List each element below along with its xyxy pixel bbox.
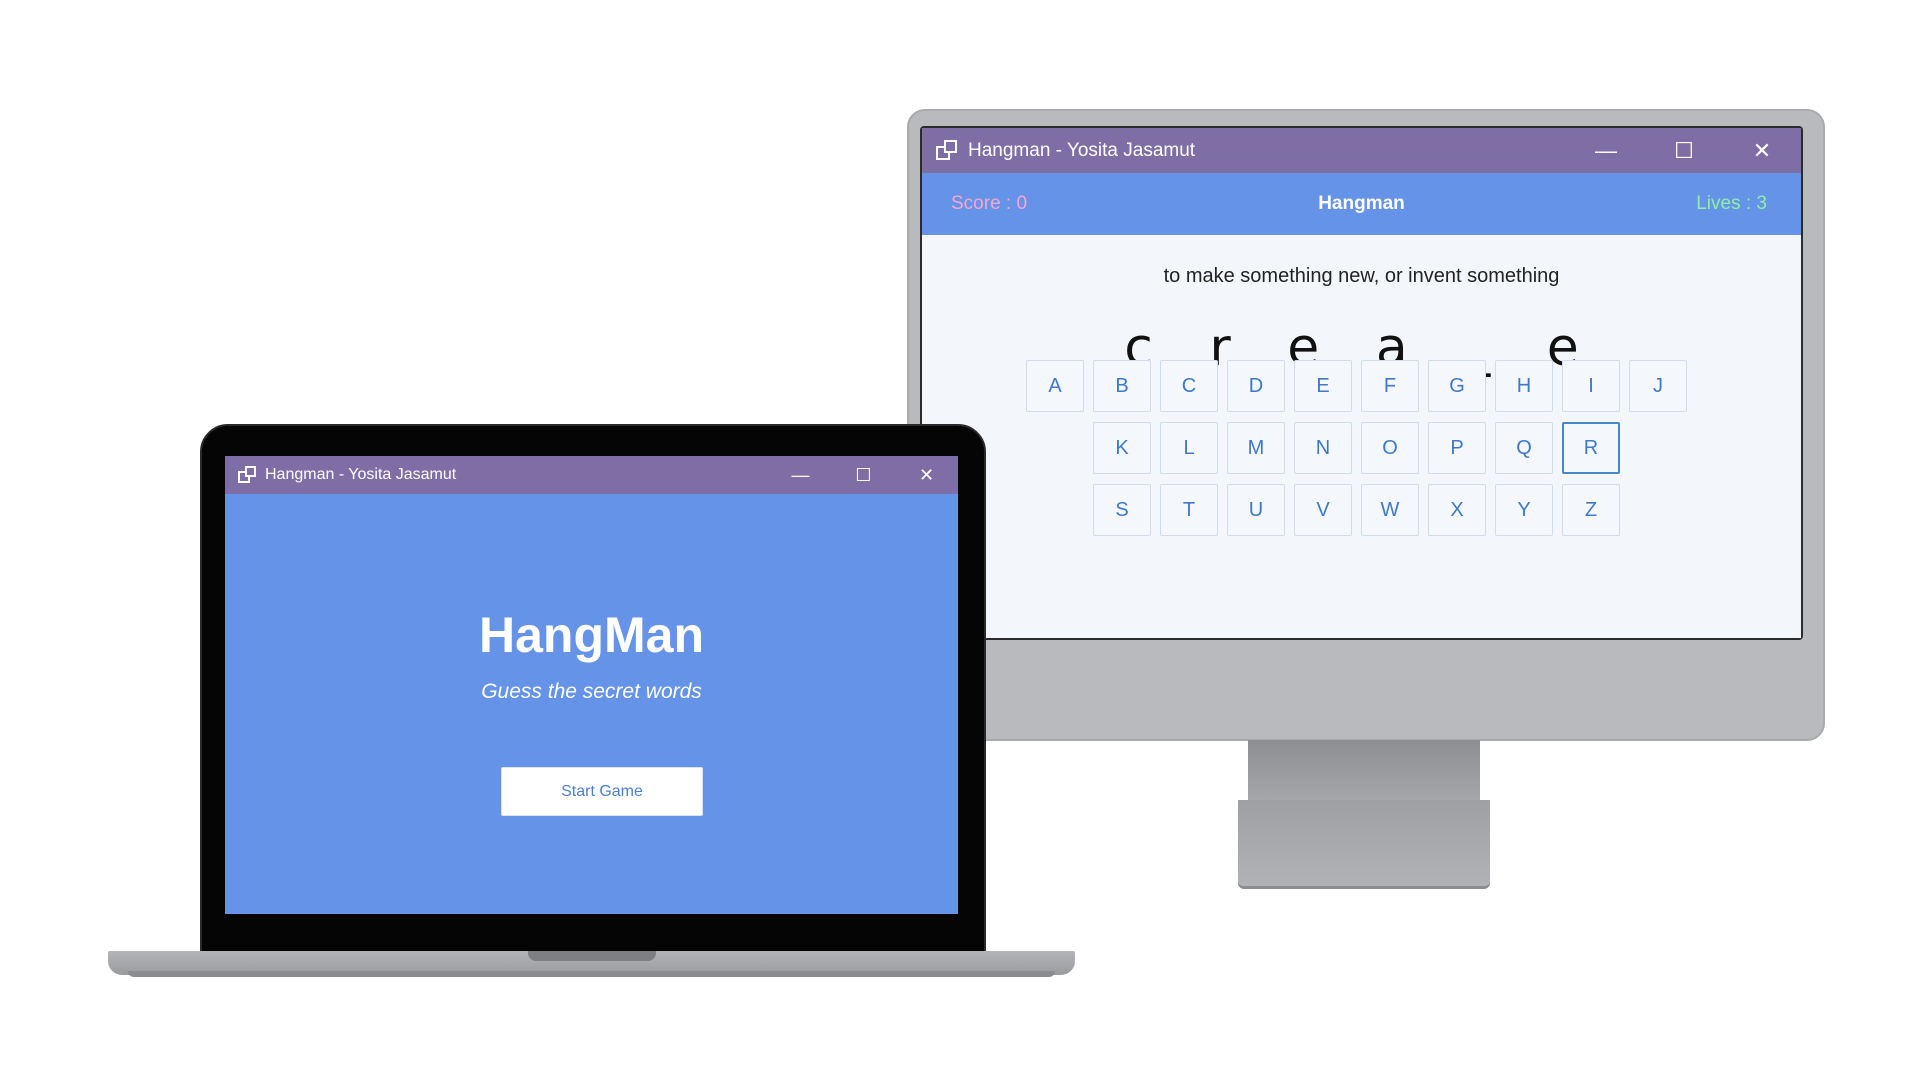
keyboard-row-2: KLMNOPQR [1093,422,1620,474]
monitor-stand [1238,800,1490,886]
letter-key-w[interactable]: W [1361,484,1419,536]
letter-key-k[interactable]: K [1093,422,1151,474]
keyboard-row-3: STUVWXYZ [1093,484,1620,536]
window-title: Hangman - Yosita Jasamut [265,466,457,483]
letter-key-o[interactable]: O [1361,422,1419,474]
letter-key-u[interactable]: U [1227,484,1285,536]
start-game-button[interactable]: Start Game [501,767,703,816]
window-controls: — ☐ ✕ [769,456,958,494]
minimize-icon[interactable]: — [769,456,832,494]
letter-key-j[interactable]: J [1629,360,1687,412]
close-icon[interactable]: ✕ [1723,128,1801,173]
letter-key-z[interactable]: Z [1562,484,1620,536]
close-icon[interactable]: ✕ [895,456,958,494]
game-window: Hangman - Yosita Jasamut — ☐ ✕ Score : 0… [922,128,1801,638]
game-window-titlebar[interactable]: Hangman - Yosita Jasamut — ☐ ✕ [922,128,1801,173]
laptop-notch [528,951,656,961]
letter-key-e[interactable]: E [1294,360,1352,412]
window-title: Hangman - Yosita Jasamut [968,139,1196,161]
letter-key-l[interactable]: L [1160,422,1218,474]
letter-key-t[interactable]: T [1160,484,1218,536]
letter-key-d[interactable]: D [1227,360,1285,412]
laptop-base-edge [128,971,1055,977]
maximize-icon[interactable]: ☐ [832,456,895,494]
welcome-subtitle: Guess the secret words [481,680,702,703]
word-hint: to make something new, or invent somethi… [1163,265,1560,287]
letter-key-h[interactable]: H [1495,360,1553,412]
welcome-window: Hangman - Yosita Jasamut — ☐ ✕ HangMan G… [225,456,958,914]
letter-key-y[interactable]: Y [1495,484,1553,536]
letter-key-i[interactable]: I [1562,360,1620,412]
monitor-neck [1248,740,1480,804]
letter-key-v[interactable]: V [1294,484,1352,536]
game-header: Score : 0 Hangman Lives : 3 [922,173,1801,235]
maximize-icon[interactable]: ☐ [1645,128,1723,173]
windows-overlap-icon [238,465,257,485]
letter-key-a[interactable]: A [1026,360,1084,412]
keyboard-row-1: ABCDEFGHIJ [1026,360,1687,412]
letter-key-b[interactable]: B [1093,360,1151,412]
game-title: Hangman [1318,193,1405,214]
lives-label: Lives : 3 [1696,193,1767,214]
letter-key-n[interactable]: N [1294,422,1352,474]
letter-key-x[interactable]: X [1428,484,1486,536]
letter-key-c[interactable]: C [1160,360,1218,412]
letter-key-s[interactable]: S [1093,484,1151,536]
welcome-window-titlebar[interactable]: Hangman - Yosita Jasamut — ☐ ✕ [225,456,958,494]
minimize-icon[interactable]: — [1567,128,1645,173]
window-controls: — ☐ ✕ [1567,128,1801,173]
windows-overlap-icon [936,139,958,162]
letter-key-m[interactable]: M [1227,422,1285,474]
letter-key-f[interactable]: F [1361,360,1419,412]
letter-key-r[interactable]: R [1562,422,1620,474]
letter-key-q[interactable]: Q [1495,422,1553,474]
welcome-title: HangMan [479,607,704,663]
letter-key-p[interactable]: P [1428,422,1486,474]
letter-key-g[interactable]: G [1428,360,1486,412]
